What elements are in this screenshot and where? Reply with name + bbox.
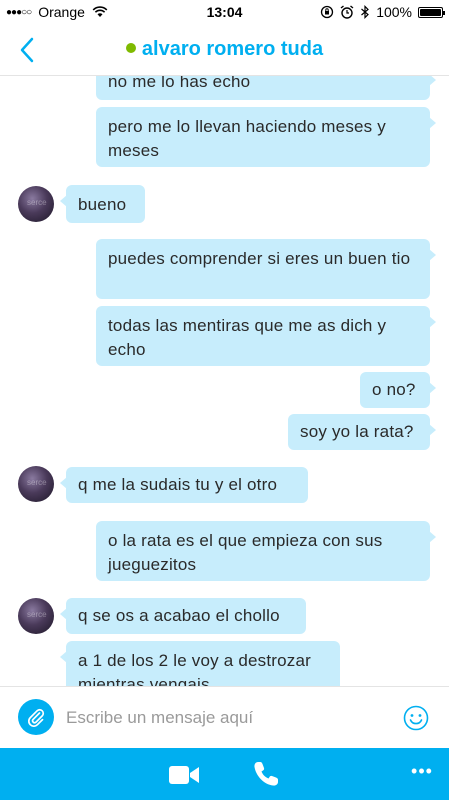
status-right: 100%	[320, 4, 445, 20]
alarm-icon	[340, 5, 354, 19]
message-outgoing[interactable]: o no?	[360, 372, 436, 408]
message-outgoing[interactable]: soy yo la rata?	[288, 414, 436, 450]
voice-call-button[interactable]	[252, 760, 280, 788]
message-outgoing[interactable]: no me lo has echo	[96, 76, 436, 100]
chat-header: alvaro romero tuda	[0, 24, 449, 76]
battery-level	[420, 8, 441, 16]
message-outgoing[interactable]: todas las mentiras que me as dich y echo	[96, 306, 436, 366]
call-action-bar: •••	[0, 748, 449, 800]
message-incoming[interactable]: a 1 de los 2 le voy a destrozar mientras…	[60, 641, 340, 686]
message-outgoing[interactable]: puedes comprender si eres un buen tio	[96, 239, 436, 299]
bluetooth-icon	[361, 5, 370, 19]
contact-avatar[interactable]: serce	[18, 466, 54, 502]
presence-status-icon	[125, 43, 136, 53]
paperclip-icon	[28, 708, 45, 727]
battery-icon	[418, 6, 445, 18]
message-incoming[interactable]: q se os a acabao el chollo	[60, 598, 306, 634]
status-bar: ●●●○○ Orange 13:04 100%	[0, 0, 449, 24]
video-call-button[interactable]	[168, 764, 200, 786]
contact-title[interactable]: alvaro romero tuda	[0, 38, 449, 61]
message-list[interactable]: no me lo has echo pero me lo llevan haci…	[0, 76, 449, 686]
contact-avatar[interactable]: serce	[18, 598, 54, 634]
message-composer	[0, 686, 449, 748]
contact-avatar[interactable]: serce	[18, 186, 54, 222]
emoji-button[interactable]	[403, 705, 429, 731]
message-incoming[interactable]: q me la sudais tu y el otro	[60, 467, 308, 503]
message-outgoing[interactable]: o la rata es el que empieza con sus jueg…	[96, 521, 436, 581]
rotation-lock-icon	[321, 5, 334, 19]
contact-name: alvaro romero tuda	[141, 38, 324, 60]
more-options-button[interactable]: •••	[409, 762, 435, 784]
battery-percent: 100%	[376, 4, 412, 20]
message-incoming[interactable]: bueno	[60, 185, 145, 223]
attach-button[interactable]	[18, 699, 54, 735]
message-outgoing[interactable]: pero me lo llevan haciendo meses y meses	[96, 107, 436, 167]
message-input[interactable]	[66, 705, 386, 731]
